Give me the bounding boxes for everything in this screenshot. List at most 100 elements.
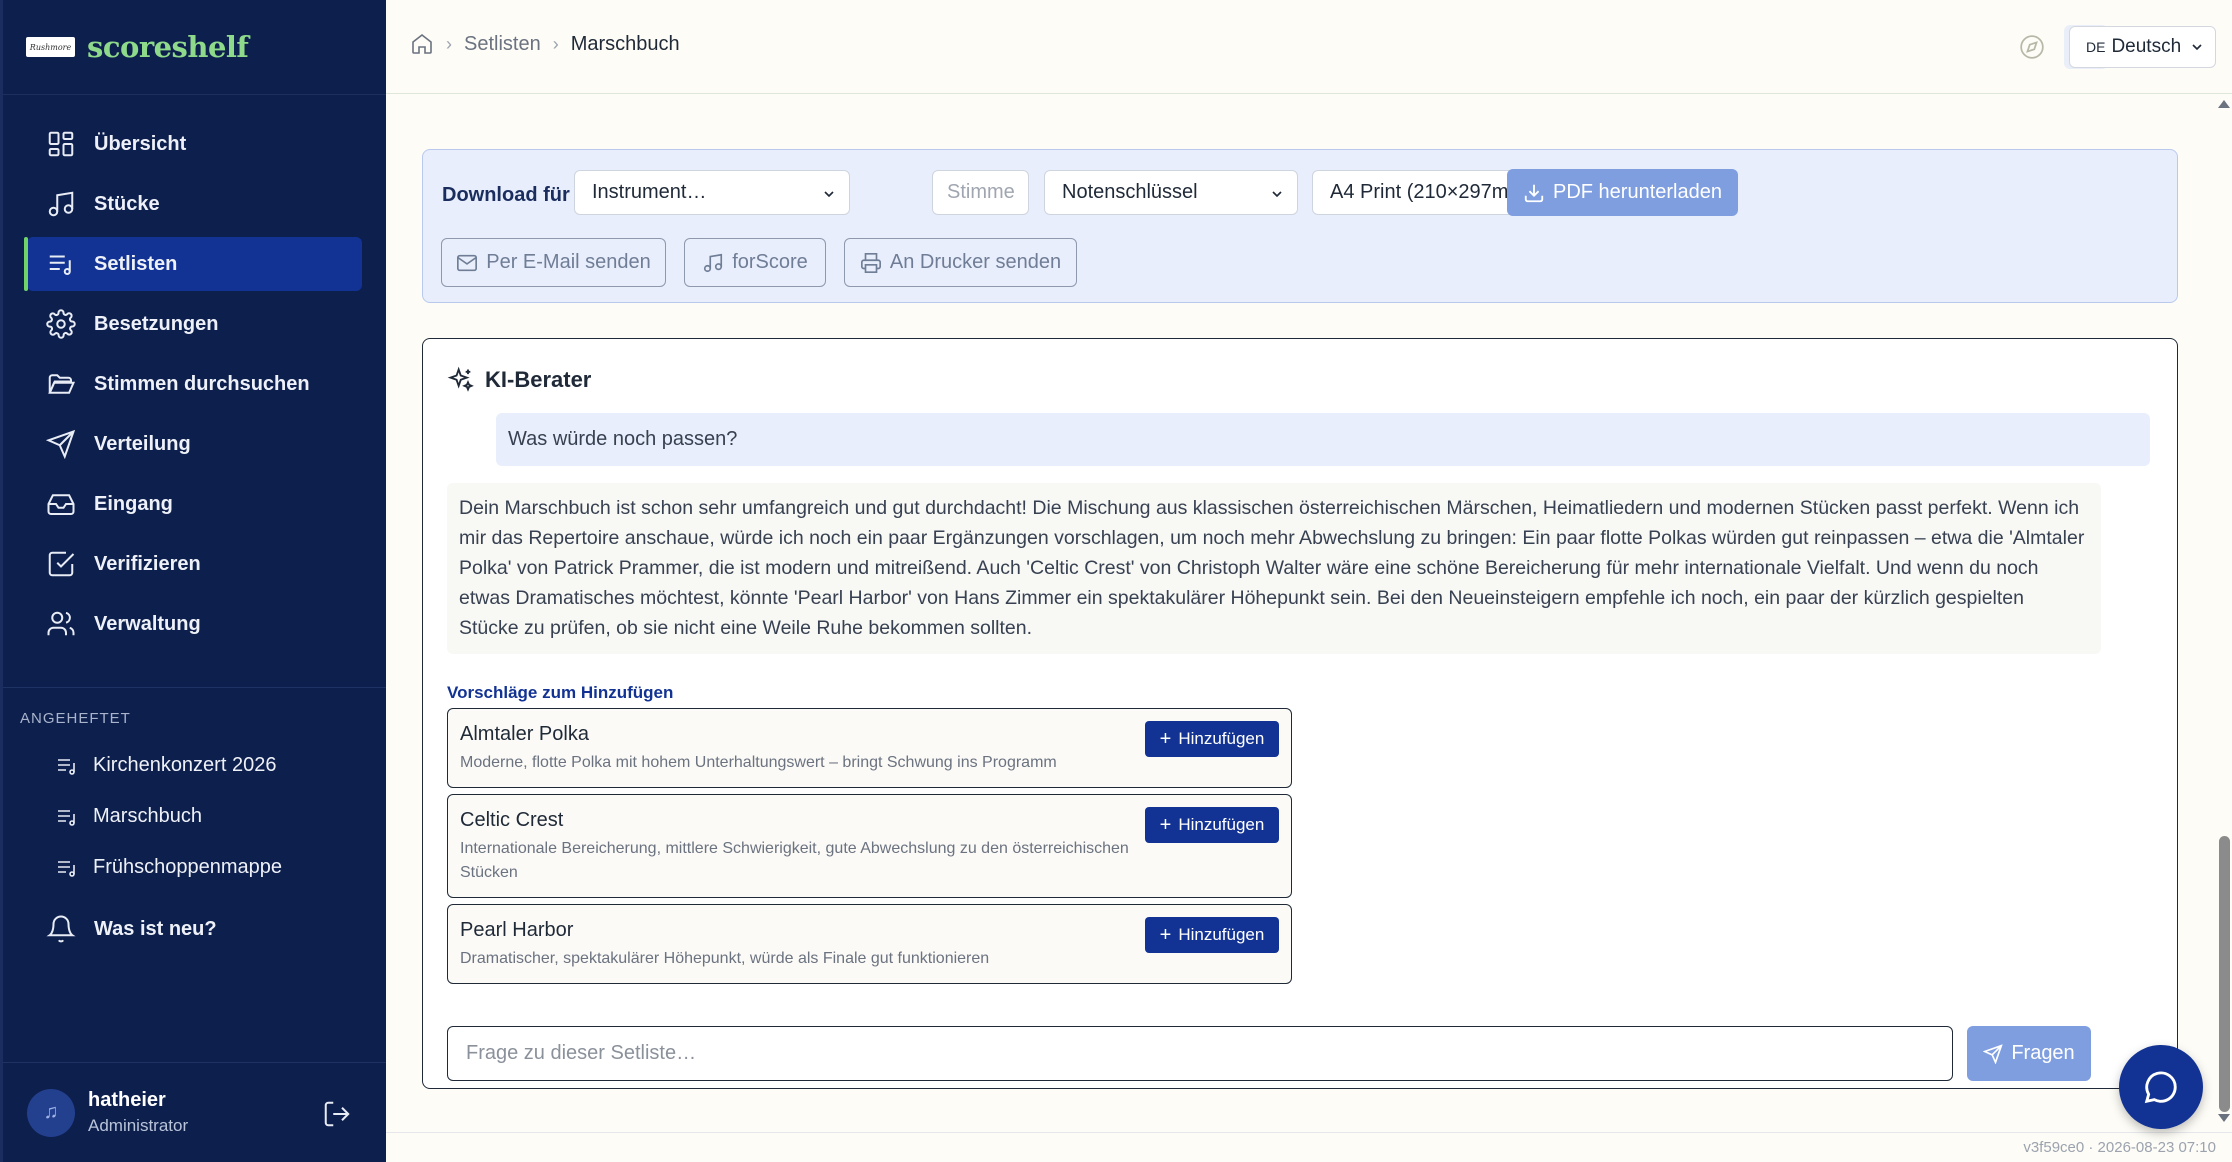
sidebar-item-ensembles[interactable]: Besetzungen xyxy=(27,297,362,351)
sidebar-item-label: Eingang xyxy=(94,492,173,515)
chevron-down-icon xyxy=(1269,186,1285,202)
language-select[interactable]: DE Deutsch xyxy=(2069,26,2216,68)
user-role: Administrator xyxy=(88,1116,189,1135)
user-question-text: Was würde noch passen? xyxy=(508,428,738,450)
instrument-select-value: Instrument… xyxy=(592,181,707,203)
list-music-icon xyxy=(55,754,79,778)
suggestion-description: Moderne, flotte Polka mit hohem Unterhal… xyxy=(460,754,1057,771)
topbar: › Setlisten › Marschbuch DE Deutsch xyxy=(386,0,2232,94)
ask-button[interactable]: Fragen xyxy=(1967,1026,2091,1081)
sidebar-item-label: Besetzungen xyxy=(94,312,219,335)
send-icon xyxy=(46,429,76,459)
suggestion-card: Celtic Crest Internationale Bereicherung… xyxy=(447,794,1292,898)
list-music-icon xyxy=(46,249,76,279)
add-suggestion-button[interactable]: + Hinzufügen xyxy=(1145,721,1279,757)
ai-advisor-title-text: KI-Berater xyxy=(485,367,592,392)
user-name: hatheier xyxy=(88,1089,166,1111)
mail-icon xyxy=(456,252,486,274)
avatar[interactable]: ♫ xyxy=(27,1088,75,1137)
pinned-item-fruehschoppen[interactable]: Frühschoppenmappe xyxy=(3,842,386,893)
email-send-label: Per E-Mail senden xyxy=(486,251,651,273)
grid-icon xyxy=(46,129,76,159)
language-code: DE xyxy=(2086,39,2106,55)
suggestion-description: Dramatischer, spektakulärer Höhepunkt, w… xyxy=(460,950,990,967)
email-send-button[interactable]: Per E-Mail senden xyxy=(441,238,666,287)
sidebar-item-setlists[interactable]: Setlisten xyxy=(24,237,362,291)
list-music-icon xyxy=(55,856,79,880)
suggestion-name: Celtic Crest xyxy=(460,809,564,831)
scrollbar-thumb[interactable] xyxy=(2219,836,2230,1112)
breadcrumb-setlists[interactable]: Setlisten xyxy=(464,33,541,56)
clef-select[interactable]: Notenschlüssel xyxy=(1044,170,1298,215)
chevron-down-icon xyxy=(2189,39,2205,55)
sidebar-item-label: Verwaltung xyxy=(94,612,201,635)
chevron-right-icon: › xyxy=(446,33,452,54)
sidebar-item-inbox[interactable]: Eingang xyxy=(27,477,362,531)
sidebar-item-label: Verifizieren xyxy=(94,552,201,575)
pinned-item-label: Marschbuch xyxy=(93,805,202,827)
music-note-icon xyxy=(46,189,76,219)
pinned-item-marschbuch[interactable]: Marschbuch xyxy=(3,791,386,842)
add-suggestion-button[interactable]: + Hinzufügen xyxy=(1145,917,1279,953)
suggestion-name: Pearl Harbor xyxy=(460,919,574,941)
compass-icon xyxy=(2019,34,2045,60)
pdf-download-button[interactable]: PDF herunterladen xyxy=(1507,169,1738,216)
chat-button[interactable] xyxy=(2119,1045,2203,1129)
ask-button-label: Fragen xyxy=(2011,1042,2075,1064)
sidebar-item-overview[interactable]: Übersicht xyxy=(27,117,362,171)
pinned-item-kirchenkonzert[interactable]: Kirchenkonzert 2026 xyxy=(3,740,386,791)
format-select-value: A4 Print (210×297mm) xyxy=(1330,181,1532,203)
brand-logo: Rushmore xyxy=(26,37,75,57)
ai-answer-bubble: Dein Marschbuch ist schon sehr umfangrei… xyxy=(447,483,2101,654)
sidebar-item-browse-parts[interactable]: Stimmen durchsuchen xyxy=(27,357,362,411)
add-suggestion-label: Hinzufügen xyxy=(1178,729,1265,748)
sidebar-item-verify[interactable]: Verifizieren xyxy=(27,537,362,591)
chevron-down-icon xyxy=(821,186,837,202)
forscore-label: forScore xyxy=(732,251,808,273)
sparkles-icon xyxy=(447,366,485,394)
music-note-icon xyxy=(702,252,732,274)
logout-icon[interactable] xyxy=(322,1099,352,1129)
whats-new-link[interactable]: Was ist neu? xyxy=(3,898,386,960)
breadcrumb-current: Marschbuch xyxy=(570,32,680,55)
sidebar-item-label: Setlisten xyxy=(94,252,178,275)
printer-send-button[interactable]: An Drucker senden xyxy=(844,238,1077,287)
ai-advisor-panel: KI-Berater Was würde noch passen? Dein M… xyxy=(422,338,2178,1089)
version-label: v3f59ce0 · 2026-08-23 07:10 xyxy=(2023,1139,2216,1156)
tour-button[interactable] xyxy=(2010,25,2054,69)
download-panel: Download für Gerät: Instrument… Stimme N… xyxy=(422,149,2178,303)
sidebar-item-admin[interactable]: Verwaltung xyxy=(27,597,362,651)
question-input[interactable]: Frage zu dieser Setliste… xyxy=(447,1026,1953,1081)
suggestion-card: Almtaler Polka Moderne, flotte Polka mit… xyxy=(447,708,1292,788)
gear-icon xyxy=(46,309,76,339)
download-icon xyxy=(1523,182,1553,204)
sidebar-item-pieces[interactable]: Stücke xyxy=(27,177,362,231)
sidebar-item-label: Stücke xyxy=(94,192,160,215)
forscore-button[interactable]: forScore xyxy=(684,238,826,287)
list-music-icon xyxy=(55,805,79,829)
plus-icon: + xyxy=(1159,923,1172,946)
checkbox-icon xyxy=(46,549,76,579)
user-profile: ♫ hatheier Administrator xyxy=(3,1062,386,1162)
home-icon[interactable] xyxy=(410,32,434,56)
sidebar-item-distribution[interactable]: Verteilung xyxy=(27,417,362,471)
footer: v3f59ce0 · 2026-08-23 07:10 xyxy=(386,1132,2232,1162)
stimme-input[interactable]: Stimme xyxy=(932,170,1029,215)
scroll-up-arrow-icon[interactable] xyxy=(2218,100,2230,108)
suggestion-description: Internationale Bereicherung, mittlere Sc… xyxy=(460,840,1129,881)
instrument-select[interactable]: Instrument… xyxy=(574,170,850,215)
add-suggestion-button[interactable]: + Hinzufügen xyxy=(1145,807,1279,843)
ai-advisor-title: KI-Berater xyxy=(447,366,591,394)
main-content: Download für Gerät: Instrument… Stimme N… xyxy=(386,95,2210,1132)
inbox-icon xyxy=(46,489,76,519)
question-input-placeholder: Frage zu dieser Setliste… xyxy=(466,1042,697,1064)
suggestion-name: Almtaler Polka xyxy=(460,723,589,745)
pinned-item-label: Frühschoppenmappe xyxy=(93,856,283,878)
plus-icon: + xyxy=(1159,813,1172,836)
music-avatar-icon: ♫ xyxy=(43,1101,59,1123)
pinned-section-title: ANGEHEFTET xyxy=(20,710,131,727)
brand[interactable]: Rushmore scoreshelf xyxy=(3,0,386,95)
scroll-down-arrow-icon[interactable] xyxy=(2218,1114,2230,1122)
bell-icon xyxy=(46,914,76,944)
sidebar-item-label: Verteilung xyxy=(94,432,191,455)
